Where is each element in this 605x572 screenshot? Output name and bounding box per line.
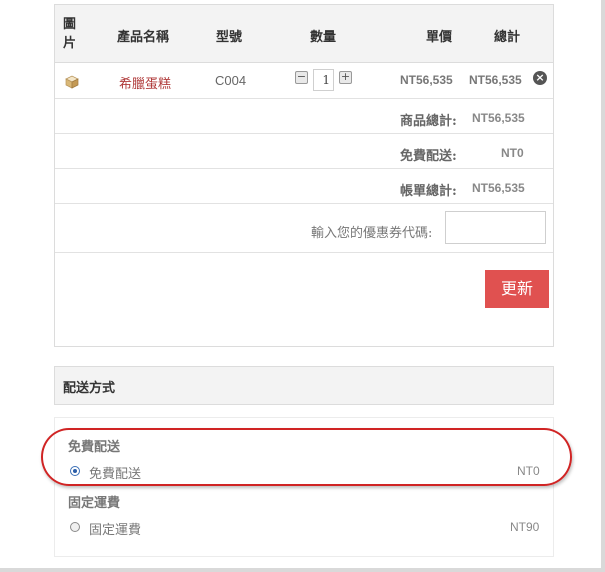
screenshot-border-right — [601, 0, 605, 572]
cart-table-header: 圖片 產品名稱 型號 數量 單價 總計 — [55, 5, 553, 63]
subtotal-value: NT56,535 — [472, 111, 525, 125]
column-header-model: 型號 — [216, 30, 243, 45]
row-divider — [55, 98, 553, 99]
line-total: NT56,535 — [469, 73, 522, 87]
flat-rate-price: NT90 — [510, 520, 540, 534]
unit-price: NT56,535 — [400, 73, 453, 87]
product-model: C004 — [215, 73, 247, 88]
shipping-method-title: 配送方式 — [63, 381, 116, 396]
cake-icon — [65, 75, 79, 89]
row-divider — [55, 168, 553, 169]
quantity-increase-button[interactable]: + — [339, 71, 352, 84]
coupon-code-input[interactable] — [445, 211, 546, 244]
shipping-fee-label: 免費配送: — [400, 149, 457, 164]
flat-rate-option-label[interactable]: 固定運費 — [89, 519, 141, 538]
quantity-input[interactable]: 1 — [313, 69, 334, 91]
screenshot-border-bottom — [0, 568, 605, 572]
column-header-quantity: 數量 — [310, 30, 337, 45]
column-header-total: 總計 — [494, 30, 521, 45]
remove-item-icon[interactable]: × — [533, 71, 547, 85]
cart-table: 圖片 產品名稱 型號 數量 單價 總計 希臘蛋糕 C004 − 1 + NT56… — [54, 4, 554, 347]
row-divider — [55, 252, 553, 253]
coupon-label: 輸入您的優惠券代碼: — [311, 226, 433, 241]
product-name-link[interactable]: 希臘蛋糕 — [119, 73, 171, 92]
annotation-highlight-ellipse — [41, 428, 572, 486]
shipping-fee-value: NT0 — [501, 146, 524, 160]
update-cart-button[interactable]: 更新 — [485, 270, 549, 308]
grand-total-label: 帳單總計: — [400, 184, 457, 199]
column-header-name: 產品名稱 — [117, 30, 170, 45]
row-divider — [55, 133, 553, 134]
column-header-unit-price: 單價 — [426, 30, 453, 45]
shipping-group-title: 固定運費 — [68, 496, 121, 511]
row-divider — [55, 203, 553, 204]
quantity-decrease-button[interactable]: − — [295, 71, 308, 84]
subtotal-label: 商品總計: — [400, 114, 457, 129]
grand-total-value: NT56,535 — [472, 181, 525, 195]
shipping-method-header: 配送方式 — [54, 366, 554, 405]
column-header-image: 圖片 — [63, 17, 77, 51]
flat-rate-radio[interactable] — [70, 522, 80, 532]
